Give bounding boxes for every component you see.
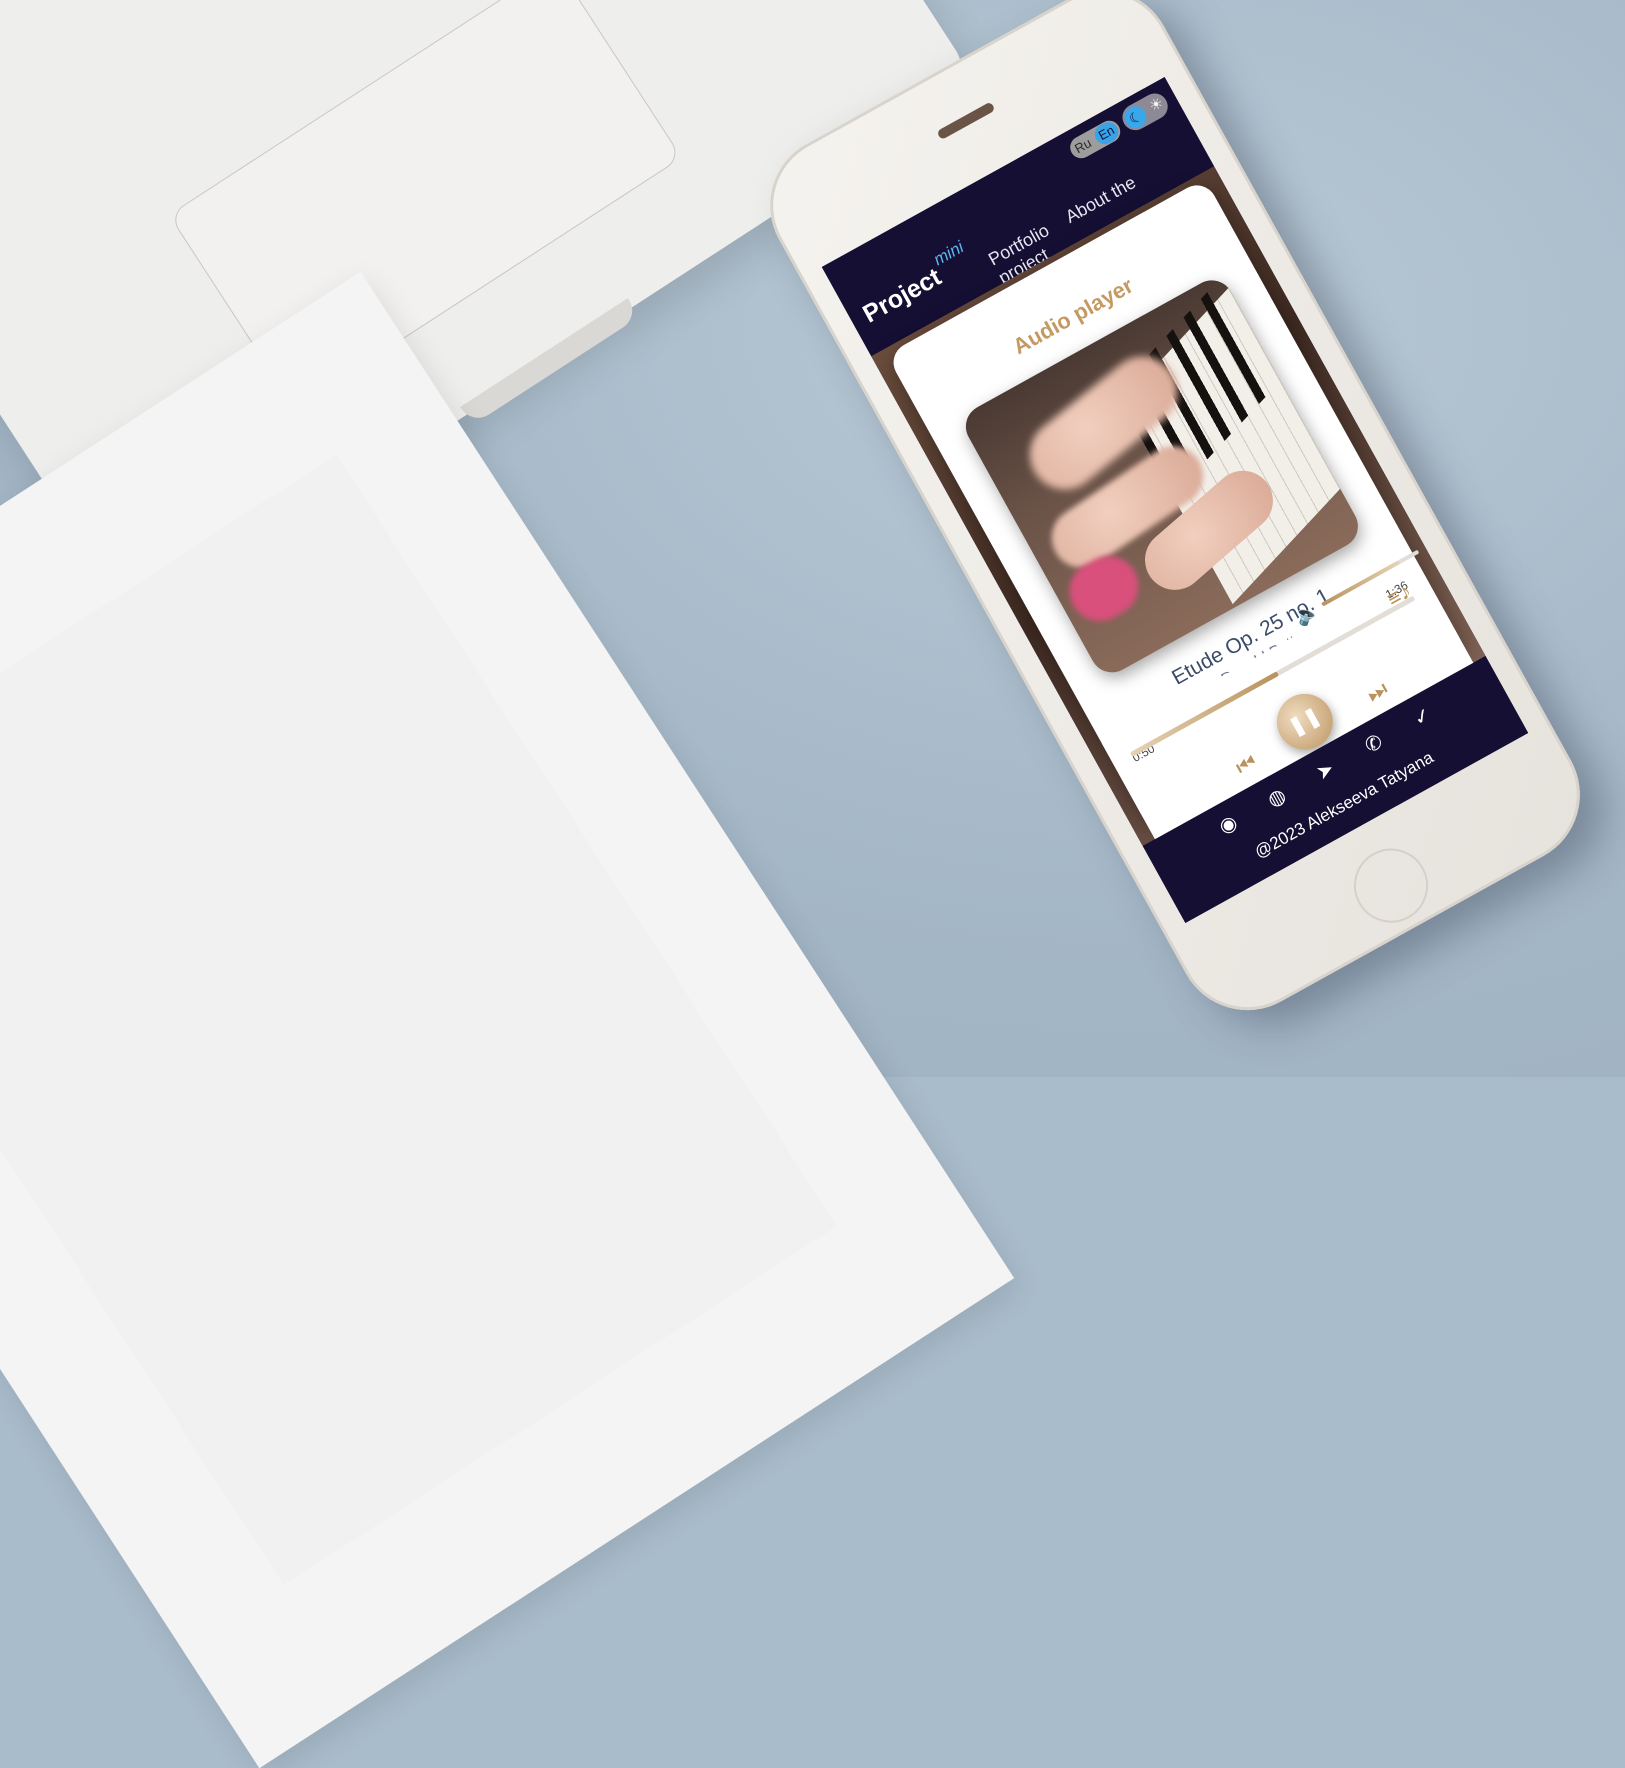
lang-option-en[interactable]: En [1091,118,1122,148]
logo-badge: mini [930,237,967,270]
telegram-icon[interactable]: ➤ [1297,748,1353,794]
github-icon[interactable]: ◉ [1200,801,1256,847]
logo[interactable]: Project [858,263,946,329]
sun-icon: ☀ [1146,94,1167,116]
vk-icon[interactable]: ✓ [1394,694,1450,740]
whatsapp-icon[interactable]: ✆ [1346,721,1402,767]
previous-track-button[interactable]: ⏮ [1231,749,1261,781]
discord-icon[interactable]: ◍ [1249,775,1305,821]
lang-option-ru[interactable]: Ru [1072,135,1094,156]
moon-icon: ☾ [1120,102,1151,133]
next-track-button[interactable]: ⏭ [1362,676,1392,708]
